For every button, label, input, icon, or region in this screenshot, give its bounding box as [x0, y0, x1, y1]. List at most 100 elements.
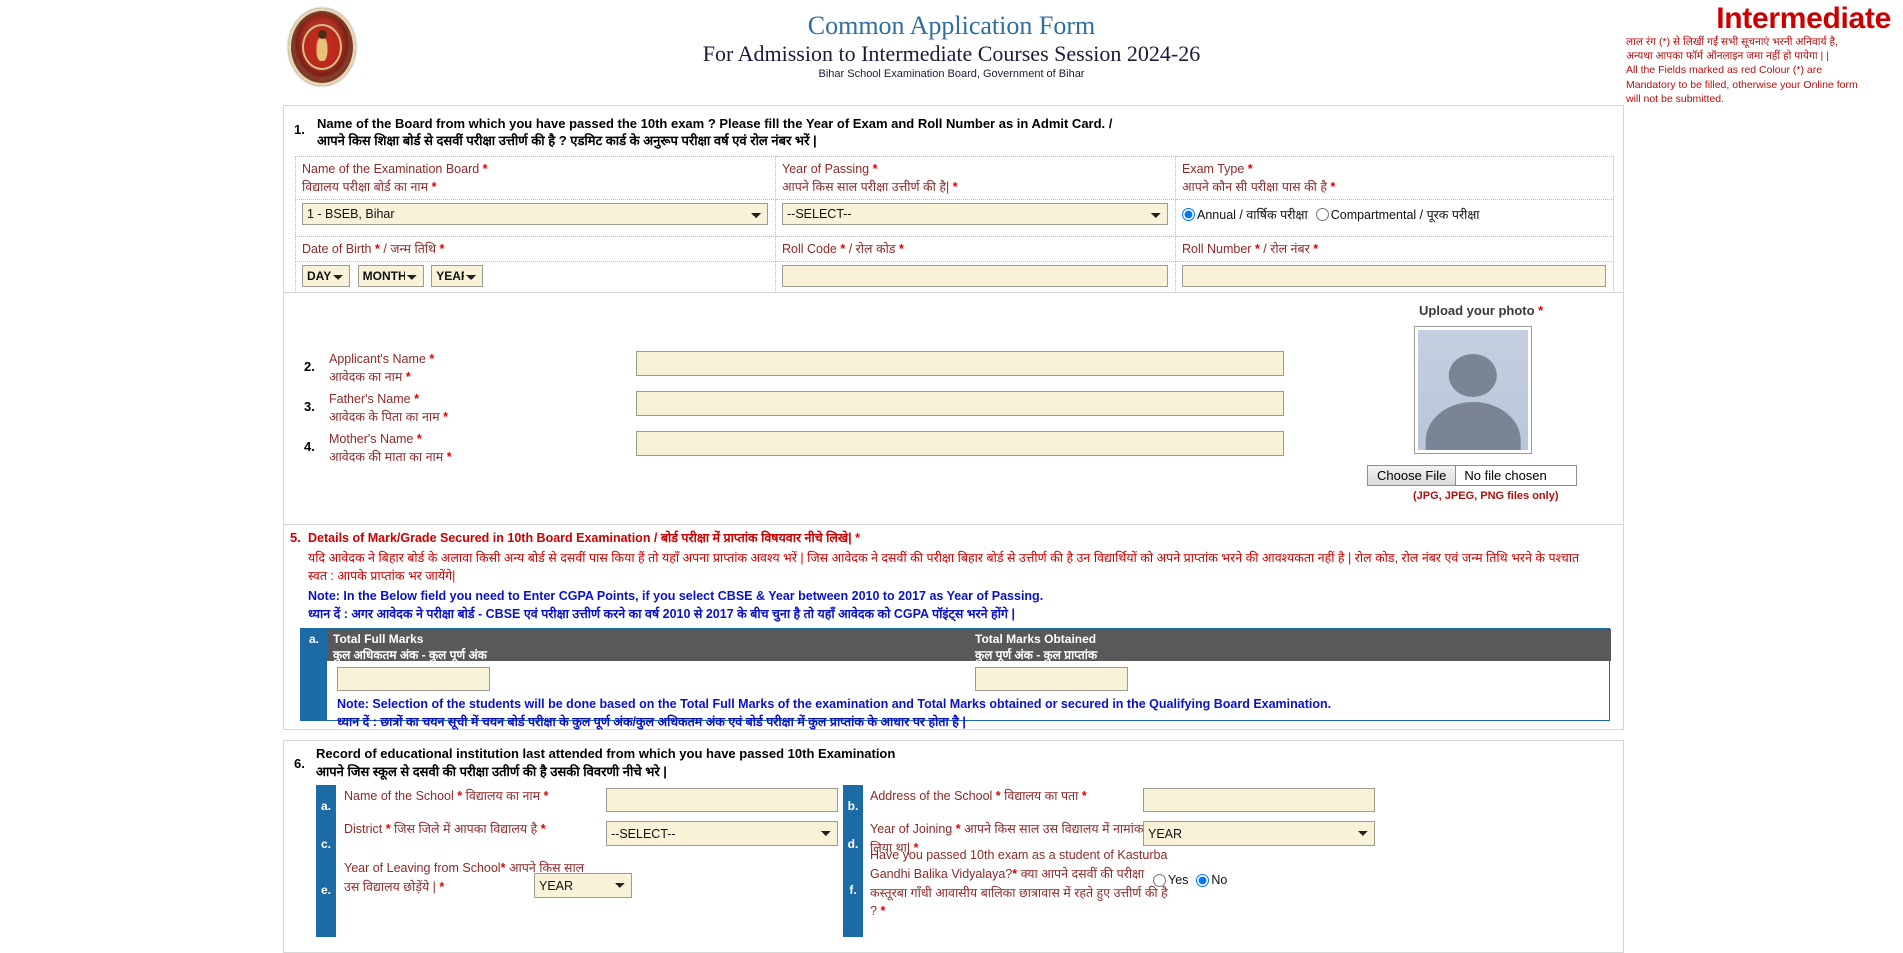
- father-label-hi: आवेदक के पिता का नाम: [329, 410, 440, 425]
- mother-number: 4.: [304, 439, 315, 454]
- section-5-hi-2: स्वत : आपके प्राप्तांक भर जायेंगे|: [308, 569, 456, 583]
- section-5-note-en: Note: In the Below field you need to Ent…: [308, 589, 1044, 603]
- rollnumber-label-cell: Roll Number * / रोल नंबर *: [1175, 236, 1614, 263]
- board-label-en: Name of the Examination Board: [302, 162, 480, 176]
- dob-month-select[interactable]: MONTH: [357, 265, 424, 288]
- page-subtitle: For Admission to Intermediate Courses Se…: [702, 40, 1201, 66]
- examtype-label-en: Exam Type: [1182, 162, 1245, 176]
- rollcode-label-cell: Roll Code * / रोल कोड *: [775, 236, 1176, 263]
- notice-en-1: All the Fields marked as red Colour (*) …: [1626, 64, 1823, 77]
- notice-en-2: Mandatory to be filled, otherwise your O…: [1626, 78, 1858, 91]
- kgbv-radio-group: Yes No: [1153, 873, 1233, 887]
- application-form-page: Common Application Form For Admission to…: [0, 0, 1903, 953]
- section-1-question-en: Name of the Board from which you have pa…: [317, 116, 1113, 131]
- upload-photo-text: Upload your photo: [1419, 303, 1535, 318]
- father-label: Father's Name * आवेदक के पिता का नाम *: [329, 392, 449, 425]
- marks-table: a. Total Full Marks कुल अधिकतम अंक - कुल…: [300, 628, 1611, 729]
- section-6-question-en: Record of educational institution last a…: [316, 746, 896, 761]
- year-label-cell: Year of Passing * आपने किस साल परीक्षा उ…: [775, 155, 1176, 201]
- examtype-annual-option[interactable]: Annual / वार्षिक परीक्षा: [1182, 206, 1308, 223]
- section-1-panel: 1. Name of the Board from which you have…: [283, 105, 1624, 302]
- kgbv-yes-radio[interactable]: [1153, 873, 1166, 887]
- kgbv-yes-label: Yes: [1168, 873, 1189, 887]
- photo-preview-box: [1414, 326, 1532, 454]
- school-name-input[interactable]: [606, 788, 838, 812]
- roll-number-input[interactable]: [1182, 265, 1606, 288]
- dob-year-select[interactable]: YEAR: [431, 265, 484, 288]
- total-marks-obtained-en: Total Marks Obtained: [975, 632, 1097, 646]
- district-select[interactable]: --SELECT--: [606, 821, 838, 846]
- kgbv-no-radio[interactable]: [1196, 873, 1210, 887]
- roll-code-input[interactable]: [782, 265, 1168, 288]
- applicant-number: 2.: [304, 359, 315, 374]
- page-header: Common Application Form For Admission to…: [0, 0, 1903, 105]
- choose-file-button[interactable]: Choose File: [1367, 465, 1456, 486]
- rollcode-label-hi: रोल कोड: [855, 242, 896, 257]
- dob-day-select[interactable]: DAY: [302, 265, 350, 288]
- district-label-hi: जिस जिले में आपका विद्यालय है: [394, 822, 538, 836]
- page-title: Common Application Form: [807, 11, 1096, 40]
- year-of-joining-select[interactable]: YEAR: [1143, 821, 1375, 846]
- year-label-hi: आपने किस साल परीक्षा उत्तीर्ण की है|: [782, 180, 950, 195]
- row-b-letter: b.: [847, 799, 859, 813]
- total-full-marks-hi: कुल अधिकतम अंक - कुल पूर्ण अंक: [333, 648, 487, 663]
- school-name-label-en: Name of the School: [344, 789, 454, 803]
- row-c-letter: c.: [320, 837, 331, 851]
- section-names-panel: 2. Applicant's Name * आवेदक का नाम * 3. …: [283, 293, 1624, 525]
- row-e-letter: e.: [320, 883, 331, 897]
- school-address-label-en: Address of the School: [870, 789, 993, 803]
- row-f-letter: f.: [849, 883, 857, 897]
- father-label-en: Father's Name: [329, 392, 411, 406]
- section-5-heading-text: Details of Mark/Grade Secured in 10th Bo…: [308, 531, 852, 545]
- mother-label: Mother's Name * आवेदक की माता का नाम *: [329, 432, 452, 465]
- upload-photo-label: Upload your photo *: [1419, 303, 1544, 318]
- section-5-note-hi: ध्यान दें : अगर आवेदक ने परीक्षा बोर्ड -…: [308, 607, 1015, 621]
- rollnumber-label-hi: रोल नंबर: [1270, 242, 1310, 257]
- total-full-marks-header: Total Full Marks कुल अधिकतम अंक - कुल पू…: [327, 629, 969, 663]
- mother-name-input[interactable]: [636, 431, 1284, 456]
- applicant-label-en: Applicant's Name: [329, 352, 426, 366]
- photo-format-note: (JPG, JPEG, PNG files only): [1413, 490, 1559, 502]
- examtype-compartmental-radio[interactable]: [1315, 208, 1329, 222]
- father-name-input[interactable]: [636, 391, 1284, 416]
- year-of-leaving-select[interactable]: YEAR: [534, 873, 632, 898]
- father-number: 3.: [304, 399, 315, 414]
- school-name-label-hi: विद्यालय का नाम: [465, 789, 541, 803]
- course-level-title: Intermediate: [1716, 2, 1891, 35]
- board-name: Bihar School Examination Board, Governme…: [818, 68, 1085, 81]
- total-full-marks-input[interactable]: [337, 667, 490, 691]
- section-1-question-hi: आपने किस शिक्षा बोर्ड से दसवीं परीक्षा उ…: [317, 133, 817, 148]
- school-address-label: Address of the School * विद्यालय का पता …: [870, 789, 1087, 803]
- examination-board-select[interactable]: 1 - BSEB, Bihar: [302, 203, 768, 226]
- year-joining-label-en: Year of Joining: [870, 822, 953, 836]
- section-6-panel: 6. Record of educational institution las…: [283, 740, 1624, 953]
- bseb-logo-icon: [288, 8, 356, 86]
- examtype-annual-radio[interactable]: [1182, 208, 1195, 222]
- kgbv-no-option[interactable]: No: [1196, 873, 1227, 887]
- section-6-right-strip: b. d. f.: [843, 785, 863, 937]
- examtype-compartmental-option[interactable]: Compartmental / पूरक परीक्षा: [1315, 206, 1480, 223]
- row-d-letter: d.: [847, 837, 859, 851]
- district-label-en: District: [344, 822, 383, 836]
- year-label-en: Year of Passing: [782, 162, 870, 176]
- notice-en-3: will not be submitted.: [1626, 92, 1725, 105]
- total-full-marks-en: Total Full Marks: [333, 632, 424, 646]
- rollcode-label-en: Roll Code: [782, 242, 837, 257]
- total-marks-obtained-header: Total Marks Obtained कुल पूर्ण अंक - कुल…: [969, 629, 1611, 662]
- applicant-label: Applicant's Name * आवेदक का नाम *: [329, 352, 435, 385]
- kgbv-no-label: No: [1211, 873, 1228, 887]
- year-of-passing-select[interactable]: --SELECT--: [782, 203, 1168, 226]
- school-address-input[interactable]: [1143, 788, 1375, 812]
- applicant-name-input[interactable]: [636, 351, 1284, 376]
- board-select-cell: 1 - BSEB, Bihar: [295, 199, 776, 238]
- dob-label-hi: जन्म तिथि: [390, 242, 437, 257]
- school-address-label-hi: विद्यालय का पता: [1004, 789, 1079, 803]
- total-marks-obtained-input[interactable]: [975, 667, 1128, 691]
- photo-placeholder-icon: [1418, 330, 1528, 450]
- notice-hi-1: लाल रंग (*) से लिखीं गईं सभी सूचनाएं भरन…: [1626, 36, 1838, 48]
- applicant-label-hi: आवेदक का नाम: [329, 370, 403, 385]
- mother-label-hi: आवेदक की माता का नाम: [329, 450, 444, 465]
- kgbv-yes-option[interactable]: Yes: [1153, 873, 1188, 887]
- file-status-text: No file chosen: [1455, 465, 1577, 486]
- district-label: District * जिस जिले में आपका विद्यालय है…: [344, 822, 546, 836]
